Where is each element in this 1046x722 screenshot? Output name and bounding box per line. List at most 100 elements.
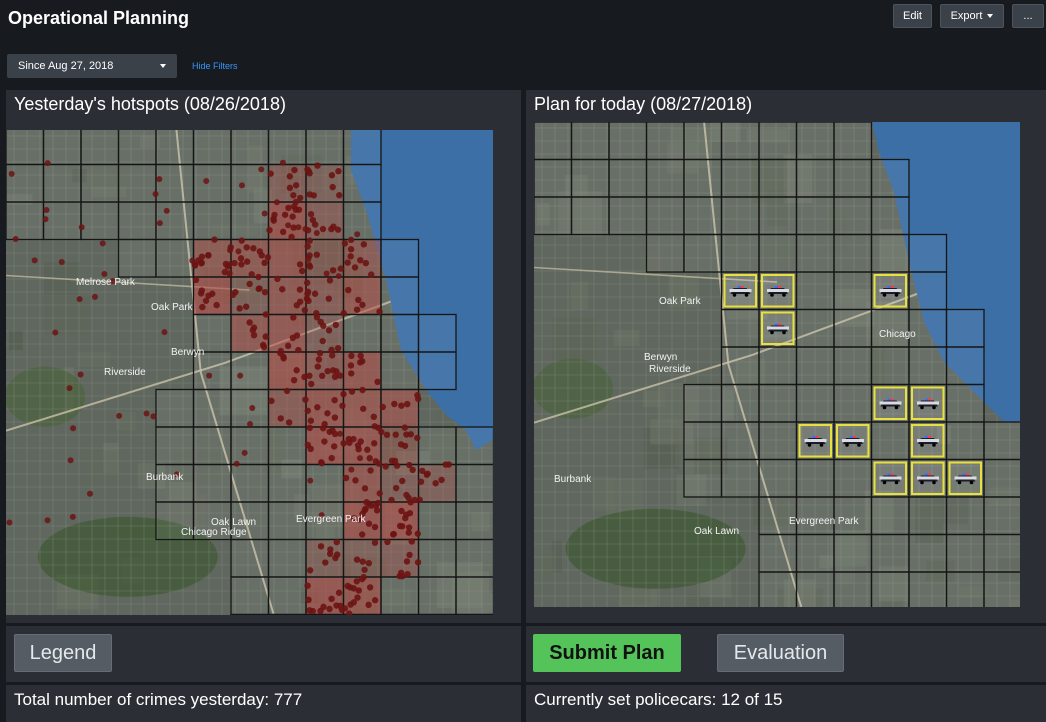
grid-cell[interactable] <box>117 130 157 166</box>
grid-cell[interactable] <box>117 201 157 241</box>
grid-cell[interactable] <box>945 496 985 536</box>
grid-cell[interactable] <box>833 571 873 607</box>
grid-cell[interactable] <box>155 426 195 466</box>
grid-cell[interactable] <box>305 276 345 316</box>
grid-cell[interactable] <box>192 463 232 503</box>
grid-cell[interactable] <box>342 201 382 241</box>
grid-cell[interactable] <box>380 613 420 616</box>
grid-cell[interactable] <box>908 496 948 536</box>
grid-cell[interactable] <box>758 533 798 573</box>
grid-cell[interactable] <box>455 576 493 615</box>
grid-cell[interactable] <box>908 533 948 573</box>
grid-cell[interactable] <box>795 271 835 311</box>
grid-cell[interactable] <box>683 421 723 461</box>
grid-cell[interactable] <box>342 130 382 166</box>
grid-cell[interactable] <box>795 533 835 573</box>
grid-cell[interactable] <box>683 233 723 273</box>
grid-cell[interactable] <box>758 196 798 236</box>
time-range-dropdown[interactable]: Since Aug 27, 2018 <box>7 54 177 78</box>
grid-cell[interactable] <box>983 458 1020 498</box>
grid-cell[interactable] <box>795 308 835 348</box>
grid-cell[interactable] <box>80 130 120 166</box>
grid-cell[interactable] <box>795 196 835 236</box>
grid-cell[interactable] <box>608 122 648 161</box>
grid-cell[interactable] <box>267 538 307 578</box>
grid-cell[interactable] <box>342 576 382 615</box>
grid-cell[interactable] <box>417 576 457 615</box>
hide-filters-link[interactable]: Hide Filters <box>192 61 238 71</box>
grid-cell[interactable] <box>908 271 948 311</box>
grid-cell[interactable] <box>683 383 723 423</box>
grid-cell[interactable] <box>795 122 835 161</box>
grid-cell[interactable] <box>870 496 910 536</box>
grid-cell[interactable] <box>945 533 985 573</box>
grid-cell[interactable] <box>720 233 760 273</box>
grid-cell[interactable] <box>833 346 873 386</box>
grid-cell[interactable] <box>758 346 798 386</box>
grid-cell[interactable] <box>758 421 798 461</box>
grid-cell[interactable] <box>833 308 873 348</box>
grid-cell[interactable] <box>6 130 45 166</box>
grid-cell[interactable] <box>455 463 493 503</box>
grid-cell[interactable] <box>833 458 873 498</box>
grid-cell[interactable] <box>230 426 270 466</box>
grid-cell[interactable] <box>230 130 270 166</box>
grid-cell[interactable] <box>155 388 195 428</box>
grid-cell[interactable] <box>833 122 873 161</box>
grid-cell[interactable] <box>758 458 798 498</box>
grid-cell[interactable] <box>455 538 493 578</box>
grid-cell[interactable] <box>570 122 610 161</box>
grid-cell[interactable] <box>720 196 760 236</box>
grid-cell[interactable] <box>758 122 798 161</box>
grid-cell[interactable] <box>380 238 420 278</box>
grid-cell[interactable] <box>720 158 760 198</box>
grid-cell[interactable] <box>608 196 648 236</box>
grid-cell[interactable] <box>380 351 420 391</box>
plan-map[interactable]: Oak Park Berwyn Riverside Oak Lawn Evergreen… <box>534 122 1020 607</box>
grid-cell[interactable] <box>870 233 910 273</box>
grid-cell[interactable] <box>758 158 798 198</box>
grid-cell[interactable] <box>758 383 798 423</box>
grid-cell[interactable] <box>417 351 457 391</box>
grid-cell[interactable] <box>833 196 873 236</box>
grid-cell[interactable] <box>758 233 798 273</box>
grid-cell[interactable] <box>192 388 232 428</box>
grid-cell[interactable] <box>42 163 82 203</box>
grid-cell[interactable] <box>720 346 760 386</box>
grid-cell[interactable] <box>455 426 493 466</box>
police-car-icon[interactable] <box>761 311 795 345</box>
grid-cell[interactable] <box>417 313 457 353</box>
grid-cell[interactable] <box>117 238 157 278</box>
grid-cell[interactable] <box>42 130 82 166</box>
grid-cell[interactable] <box>380 576 420 615</box>
grid-cell[interactable] <box>945 308 985 348</box>
grid-cell[interactable] <box>908 571 948 607</box>
police-car-icon[interactable] <box>948 461 982 495</box>
grid-cell[interactable] <box>267 613 307 616</box>
grid-cell[interactable] <box>720 421 760 461</box>
grid-cell[interactable] <box>342 313 382 353</box>
legend-button[interactable]: Legend <box>14 634 112 672</box>
grid-cell[interactable] <box>908 233 948 273</box>
grid-cell[interactable] <box>945 571 985 607</box>
grid-cell[interactable] <box>795 233 835 273</box>
grid-cell[interactable] <box>267 576 307 615</box>
grid-cell[interactable] <box>192 130 232 166</box>
grid-cell[interactable] <box>455 613 493 616</box>
grid-cell[interactable] <box>417 426 457 466</box>
evaluation-button[interactable]: Evaluation <box>717 634 844 672</box>
grid-cell[interactable] <box>230 463 270 503</box>
grid-cell[interactable] <box>983 421 1020 461</box>
grid-cell[interactable] <box>267 276 307 316</box>
grid-cell[interactable] <box>155 463 195 503</box>
grid-cell[interactable] <box>833 383 873 423</box>
grid-cell[interactable] <box>267 426 307 466</box>
police-car-icon[interactable] <box>873 461 907 495</box>
police-car-icon[interactable] <box>761 274 795 308</box>
grid-cell[interactable] <box>267 463 307 503</box>
police-car-icon[interactable] <box>873 274 907 308</box>
grid-cell[interactable] <box>305 613 345 616</box>
grid-cell[interactable] <box>683 158 723 198</box>
export-button[interactable]: Export <box>940 4 1004 28</box>
grid-cell[interactable] <box>534 158 573 198</box>
